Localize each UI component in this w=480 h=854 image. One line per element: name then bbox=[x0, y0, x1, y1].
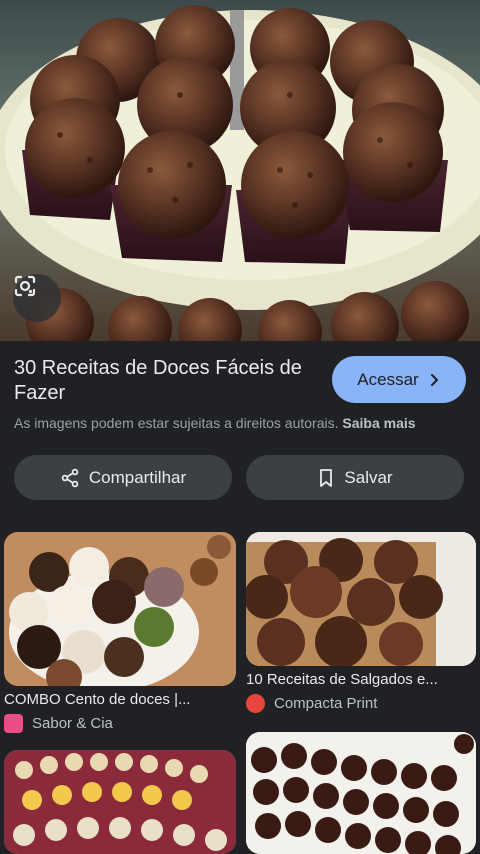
heart-favicon-icon bbox=[4, 714, 23, 733]
related-thumb[interactable] bbox=[246, 732, 476, 854]
related-source-name: Sabor & Cia bbox=[32, 715, 113, 732]
candy-box-photo bbox=[4, 750, 236, 854]
visit-label: Acessar bbox=[357, 369, 419, 389]
copyright-text: As imagens podem estar sujeitas a direit… bbox=[14, 415, 339, 431]
brigadeiros-photo bbox=[246, 532, 476, 666]
related-caption[interactable]: COMBO Cento de doces |... bbox=[4, 691, 236, 708]
related-thumb[interactable] bbox=[4, 750, 236, 854]
learn-more-link[interactable]: Saiba mais bbox=[342, 415, 415, 431]
sweets-photo bbox=[4, 532, 236, 686]
compacta-favicon-icon bbox=[246, 694, 265, 713]
copyright-notice: As imagens podem estar sujeitas a direit… bbox=[14, 415, 416, 431]
chevron-right-icon bbox=[430, 373, 438, 386]
result-title[interactable]: 30 Receitas de Doces Fáceis de Fazer bbox=[14, 356, 314, 406]
visit-button[interactable]: Acessar bbox=[332, 356, 466, 403]
related-source-name: Compacta Print bbox=[274, 695, 378, 712]
brigadeiro-tray-photo bbox=[246, 732, 476, 854]
related-thumb[interactable] bbox=[4, 532, 236, 686]
google-lens-icon bbox=[14, 275, 36, 297]
brigadeiro-photo bbox=[0, 5, 480, 341]
related-thumb[interactable] bbox=[246, 532, 476, 666]
share-button[interactable]: Compartilhar bbox=[14, 455, 232, 500]
share-label: Compartilhar bbox=[88, 467, 187, 487]
related-source[interactable]: Sabor & Cia bbox=[4, 714, 113, 733]
bookmark-icon bbox=[320, 468, 333, 487]
save-label: Salvar bbox=[344, 467, 393, 487]
related-caption[interactable]: 10 Receitas de Salgados e... bbox=[246, 671, 476, 688]
related-source[interactable]: Compacta Print bbox=[246, 694, 377, 713]
google-lens-button[interactable] bbox=[13, 274, 61, 322]
save-button[interactable]: Salvar bbox=[246, 455, 464, 500]
share-icon bbox=[61, 468, 79, 487]
main-image[interactable] bbox=[0, 0, 480, 341]
